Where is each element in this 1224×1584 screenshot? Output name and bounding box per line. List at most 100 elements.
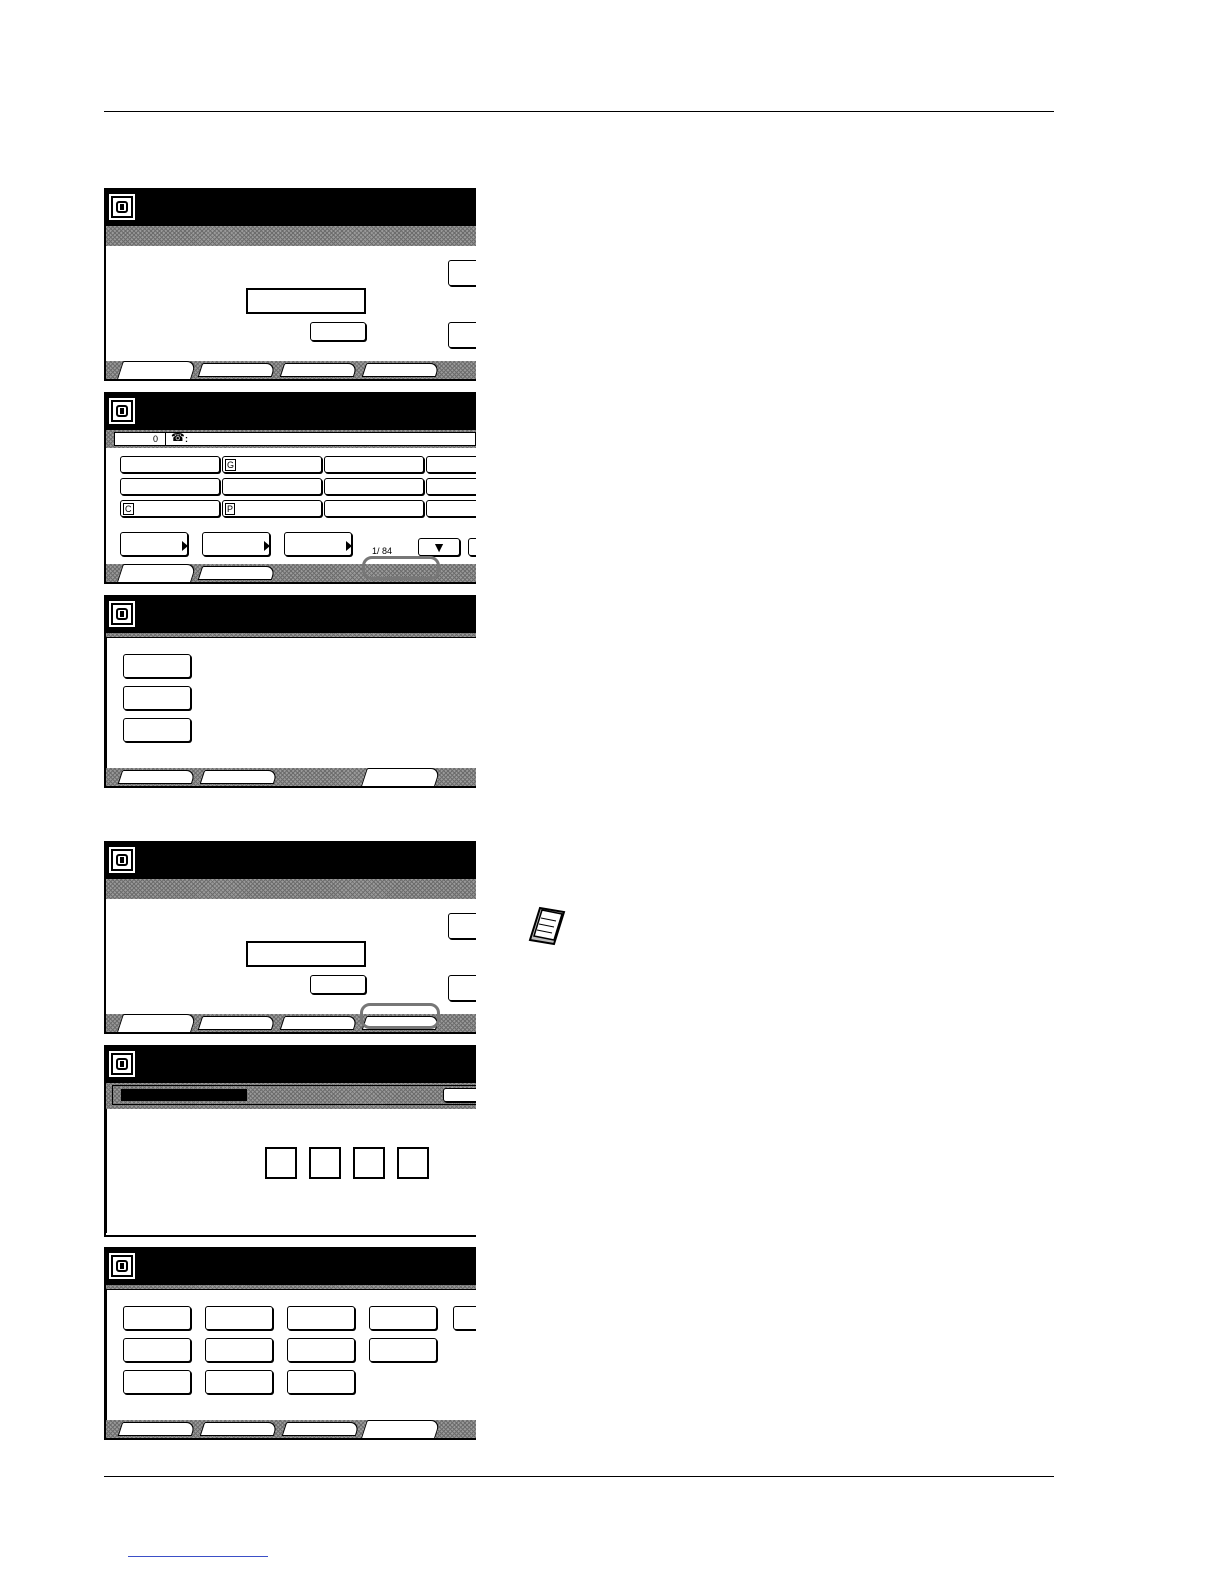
fax-machine-icon [111, 196, 133, 218]
function-button[interactable] [453, 1306, 476, 1330]
tab-2[interactable] [197, 566, 277, 580]
code-digit-box-1[interactable] [265, 1147, 297, 1179]
panel-2-screen: 0 ☎ : G C P 1/ 84 ▼ [104, 392, 476, 584]
panel-6-screen [104, 1247, 476, 1440]
highlight-callout [360, 1003, 440, 1029]
panel-content [106, 246, 476, 361]
panel-content [106, 1109, 476, 1233]
entry-field[interactable] [246, 288, 366, 314]
menu-button-1[interactable] [123, 654, 191, 678]
address-cell[interactable] [324, 478, 424, 495]
panel-content [106, 1289, 476, 1421]
tab-1[interactable] [117, 564, 197, 582]
tab-2[interactable] [197, 363, 277, 377]
address-cell[interactable] [324, 456, 424, 473]
panel-title-bar [106, 595, 476, 633]
code-header [112, 1085, 476, 1105]
tab-4[interactable] [361, 1420, 441, 1438]
chain-badge: C [123, 503, 134, 515]
side-button-bottom[interactable] [448, 322, 476, 348]
code-digit-box-2[interactable] [309, 1147, 341, 1179]
function-button[interactable] [369, 1306, 437, 1330]
tab-2[interactable] [199, 770, 279, 784]
status-line: 0 ☎ : [114, 432, 476, 446]
panel-content: G C P 1/ 84 ▼ [106, 448, 476, 564]
panel-title-bar [106, 392, 476, 430]
address-cell[interactable]: G [222, 456, 322, 473]
panel-5-screen [104, 1045, 476, 1237]
footer-rule [104, 1476, 1054, 1477]
side-button-top[interactable] [448, 913, 476, 939]
option-button-3[interactable] [284, 532, 352, 556]
message-strip [106, 879, 476, 899]
option-button-2[interactable] [202, 532, 270, 556]
function-button[interactable] [287, 1306, 355, 1330]
tab-bar [106, 1420, 476, 1438]
tab-1[interactable] [117, 1422, 197, 1436]
address-cell[interactable] [120, 478, 220, 495]
status-divider [165, 433, 166, 445]
fax-machine-icon [111, 400, 133, 422]
header-rule [104, 111, 1054, 112]
status-count: 0 [153, 434, 159, 444]
tab-1[interactable] [117, 1014, 197, 1032]
option-button-1[interactable] [120, 532, 188, 556]
header-button[interactable] [443, 1088, 476, 1102]
scroll-down-button[interactable]: ▼ [418, 538, 460, 556]
tab-bar [106, 768, 476, 786]
function-button[interactable] [205, 1306, 273, 1330]
address-cell[interactable]: P [222, 500, 322, 517]
entry-field[interactable] [246, 941, 366, 967]
scroll-up-button[interactable] [468, 538, 476, 556]
function-button[interactable] [205, 1370, 273, 1394]
function-button[interactable] [205, 1338, 273, 1362]
address-cell[interactable] [120, 456, 220, 473]
function-button[interactable] [123, 1306, 191, 1330]
tab-2[interactable] [199, 1422, 279, 1436]
panel-title-bar [106, 1247, 476, 1285]
phone-icon: ☎ [171, 432, 185, 444]
panel-1-screen [104, 188, 476, 381]
function-button[interactable] [369, 1338, 437, 1362]
tab-1[interactable] [117, 770, 197, 784]
footer-link-underline [128, 1556, 268, 1557]
panel-content [106, 637, 476, 769]
panel-title-bar [106, 841, 476, 879]
down-arrow-icon: ▼ [432, 539, 446, 555]
function-button[interactable] [287, 1370, 355, 1394]
tab-3[interactable] [281, 1422, 361, 1436]
function-button[interactable] [123, 1370, 191, 1394]
menu-button-2[interactable] [123, 686, 191, 710]
address-cell[interactable] [222, 478, 322, 495]
function-button[interactable] [287, 1338, 355, 1362]
tab-2[interactable] [197, 1016, 277, 1030]
address-cell[interactable] [426, 478, 476, 495]
code-digit-box-4[interactable] [397, 1147, 429, 1179]
address-cell[interactable]: C [120, 500, 220, 517]
tab-3[interactable] [279, 1016, 359, 1030]
code-label-bar [121, 1089, 247, 1101]
function-button[interactable] [123, 1338, 191, 1362]
side-button-bottom[interactable] [448, 975, 476, 1001]
code-digit-box-3[interactable] [353, 1147, 385, 1179]
panel-content [106, 899, 476, 1014]
tab-4[interactable] [361, 363, 441, 377]
small-button[interactable] [310, 975, 366, 994]
address-cell[interactable] [426, 456, 476, 473]
menu-button-3[interactable] [123, 718, 191, 742]
address-cell[interactable] [426, 500, 476, 517]
tab-3[interactable] [279, 363, 359, 377]
side-button-top[interactable] [448, 260, 476, 286]
panel-3-screen [104, 595, 476, 788]
header-strip [106, 1083, 476, 1109]
tab-4[interactable] [361, 768, 441, 786]
panel-title-bar [106, 1045, 476, 1083]
program-badge: P [225, 503, 236, 515]
page-indicator: 1/ 84 [372, 546, 393, 556]
tab-bar [106, 361, 476, 379]
fax-machine-icon [111, 1053, 133, 1075]
fax-machine-icon [111, 1255, 133, 1277]
small-button[interactable] [310, 322, 366, 341]
tab-1[interactable] [117, 361, 197, 379]
address-cell[interactable] [324, 500, 424, 517]
